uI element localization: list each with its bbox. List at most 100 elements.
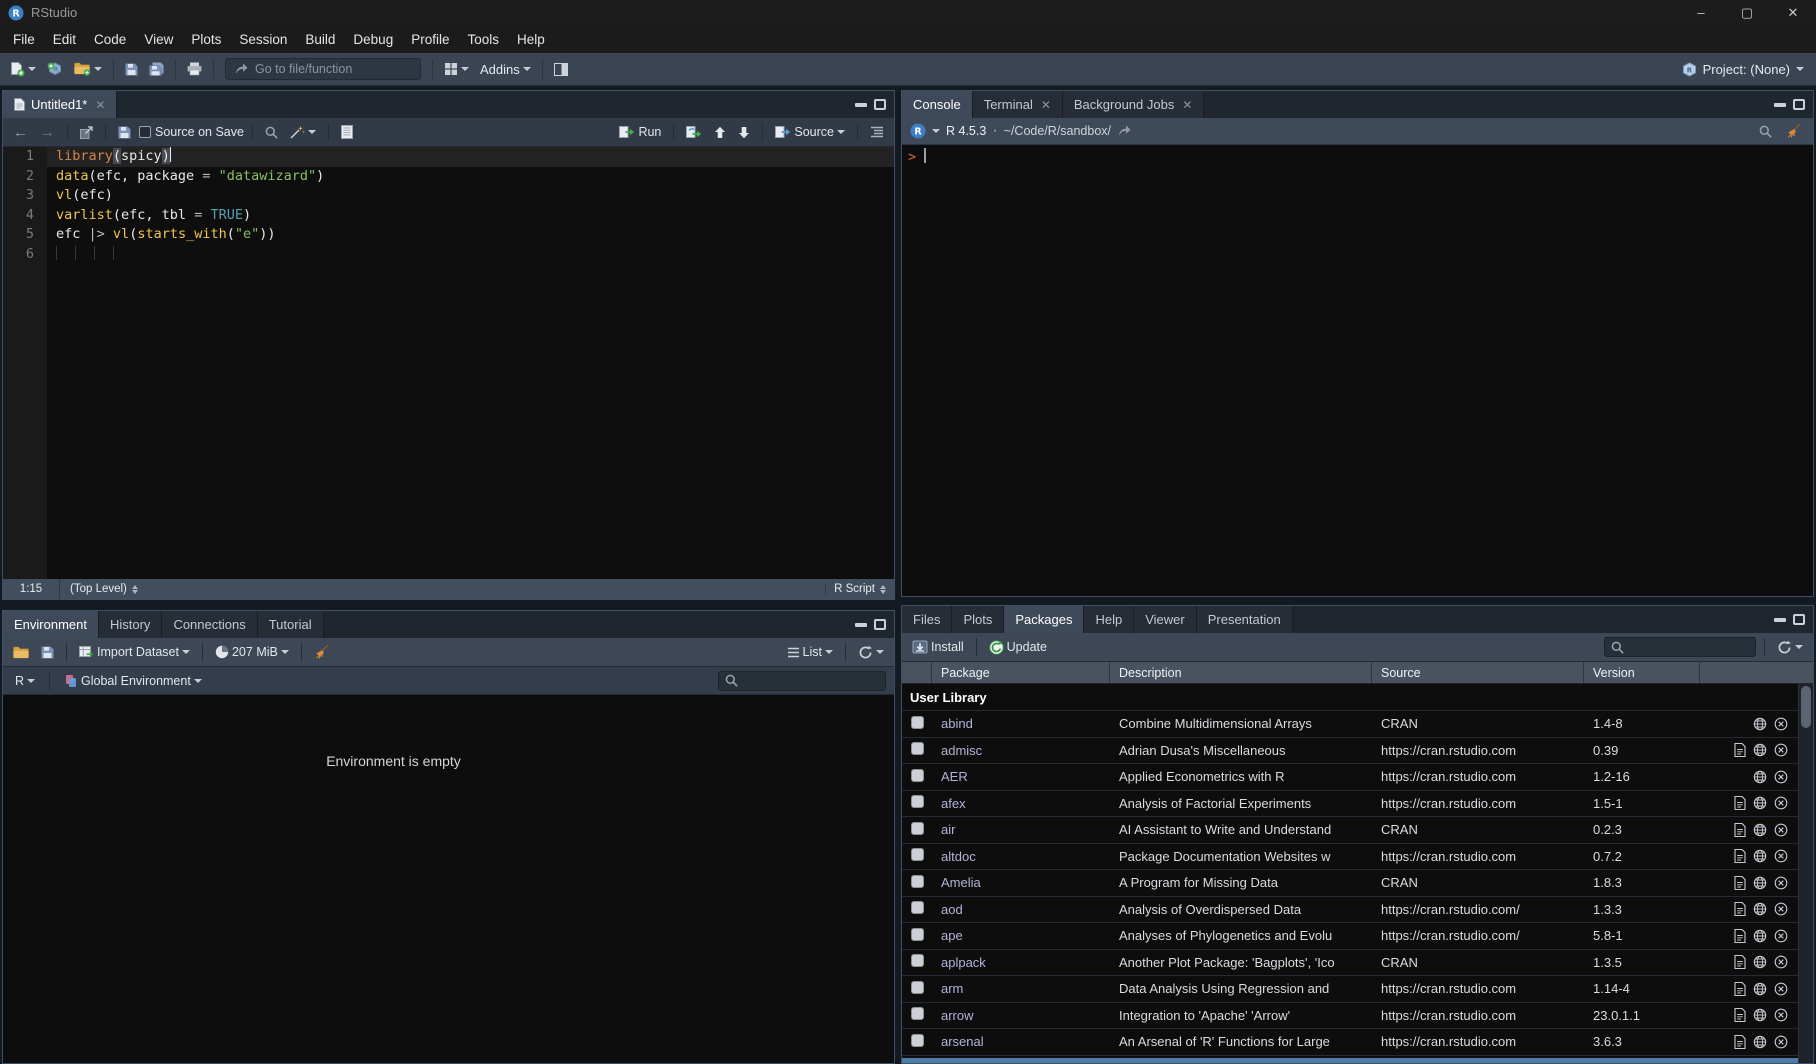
browse-package-icon[interactable] bbox=[1753, 982, 1767, 996]
menu-code[interactable]: Code bbox=[85, 28, 135, 51]
environment-search-input[interactable] bbox=[744, 674, 879, 688]
manual-icon[interactable] bbox=[1734, 929, 1746, 943]
remove-package-icon[interactable] bbox=[1774, 902, 1788, 916]
language-selector[interactable]: R bbox=[11, 671, 39, 691]
document-outline-button[interactable] bbox=[866, 123, 888, 141]
package-name-link[interactable]: afex bbox=[932, 796, 1110, 811]
refresh-environment-button[interactable] bbox=[854, 642, 888, 663]
run-button[interactable]: Run bbox=[615, 122, 665, 142]
files-tab-viewer[interactable]: Viewer bbox=[1134, 606, 1197, 633]
close-window-button[interactable]: ✕ bbox=[1770, 0, 1816, 25]
package-checkbox[interactable] bbox=[911, 769, 924, 782]
install-packages-button[interactable]: Install bbox=[908, 637, 968, 657]
scope-selector[interactable]: (Top Level) bbox=[60, 583, 148, 595]
close-tab-icon[interactable]: ✕ bbox=[1041, 98, 1051, 112]
remove-package-icon[interactable] bbox=[1774, 743, 1788, 757]
browse-package-icon[interactable] bbox=[1753, 823, 1767, 837]
files-tab-help[interactable]: Help bbox=[1084, 606, 1134, 633]
manual-icon[interactable] bbox=[1734, 849, 1746, 863]
browse-package-icon[interactable] bbox=[1753, 743, 1767, 757]
browse-package-icon[interactable] bbox=[1753, 902, 1767, 916]
browse-package-icon[interactable] bbox=[1753, 849, 1767, 863]
rerun-button[interactable] bbox=[682, 123, 706, 141]
environment-tab-environment[interactable]: Environment bbox=[3, 611, 99, 638]
maximize-pane-icon[interactable] bbox=[1793, 614, 1805, 625]
package-checkbox[interactable] bbox=[911, 928, 924, 941]
manual-icon[interactable] bbox=[1734, 823, 1746, 837]
run-previous-button[interactable] bbox=[710, 123, 730, 142]
files-tab-files[interactable]: Files bbox=[902, 606, 952, 633]
new-project-button[interactable]: R bbox=[43, 59, 67, 80]
packages-search-box[interactable] bbox=[1604, 637, 1756, 657]
workspace-panes-button[interactable] bbox=[440, 59, 473, 79]
remove-package-icon[interactable] bbox=[1774, 717, 1788, 731]
browse-package-icon[interactable] bbox=[1753, 929, 1767, 943]
manual-icon[interactable] bbox=[1734, 902, 1746, 916]
packages-search-input[interactable] bbox=[1630, 640, 1749, 654]
clear-console-button[interactable] bbox=[1782, 121, 1805, 141]
menu-plots[interactable]: Plots bbox=[182, 28, 230, 51]
environment-view-button[interactable]: List bbox=[783, 642, 837, 662]
tab-untitled1[interactable]: Untitled1* ✕ bbox=[3, 91, 117, 118]
remove-package-icon[interactable] bbox=[1774, 955, 1788, 969]
browse-package-icon[interactable] bbox=[1753, 796, 1767, 810]
import-dataset-button[interactable]: Import Dataset bbox=[75, 642, 194, 662]
browse-package-icon[interactable] bbox=[1753, 770, 1767, 784]
scrollbar-thumb[interactable] bbox=[1801, 686, 1811, 728]
minimize-pane-icon[interactable] bbox=[855, 623, 867, 627]
console-search-button[interactable] bbox=[1755, 122, 1776, 141]
package-name-link[interactable]: altdoc bbox=[932, 849, 1110, 864]
package-checkbox[interactable] bbox=[911, 822, 924, 835]
package-name-link[interactable]: aplpack bbox=[932, 955, 1110, 970]
save-all-button[interactable] bbox=[145, 59, 168, 79]
files-tab-presentation[interactable]: Presentation bbox=[1197, 606, 1293, 633]
browse-package-icon[interactable] bbox=[1753, 876, 1767, 890]
save-workspace-button[interactable] bbox=[37, 643, 58, 662]
compile-report-button[interactable] bbox=[337, 122, 357, 142]
menu-tools[interactable]: Tools bbox=[458, 28, 508, 51]
open-file-button[interactable] bbox=[70, 59, 106, 79]
manual-icon[interactable] bbox=[1734, 876, 1746, 890]
environment-tab-connections[interactable]: Connections bbox=[162, 611, 257, 638]
package-name-link[interactable]: arsenal bbox=[932, 1034, 1110, 1049]
package-name-link[interactable]: ape bbox=[932, 928, 1110, 943]
maximize-pane-icon[interactable] bbox=[874, 619, 886, 630]
manual-icon[interactable] bbox=[1734, 796, 1746, 810]
package-checkbox[interactable] bbox=[911, 848, 924, 861]
remove-package-icon[interactable] bbox=[1774, 1008, 1788, 1022]
new-file-button[interactable] bbox=[6, 59, 40, 80]
package-checkbox[interactable] bbox=[911, 954, 924, 967]
package-checkbox[interactable] bbox=[911, 1034, 924, 1047]
open-in-new-window-button[interactable] bbox=[76, 123, 97, 142]
manual-icon[interactable] bbox=[1734, 1008, 1746, 1022]
package-checkbox[interactable] bbox=[911, 795, 924, 808]
project-menu-button[interactable]: R Project: (None) bbox=[1682, 62, 1810, 77]
browse-package-icon[interactable] bbox=[1753, 1008, 1767, 1022]
forward-button[interactable]: → bbox=[36, 121, 59, 144]
package-name-link[interactable]: air bbox=[932, 822, 1110, 837]
close-tab-icon[interactable]: ✕ bbox=[95, 98, 105, 112]
package-name-link[interactable]: Amelia bbox=[932, 875, 1110, 890]
package-name-link[interactable]: abind bbox=[932, 716, 1110, 731]
browse-package-icon[interactable] bbox=[1753, 955, 1767, 969]
package-checkbox[interactable] bbox=[911, 742, 924, 755]
header-description[interactable]: Description bbox=[1110, 662, 1372, 683]
clear-environment-button[interactable] bbox=[310, 642, 333, 662]
menu-file[interactable]: File bbox=[4, 28, 44, 51]
chevron-down-icon[interactable] bbox=[932, 129, 940, 133]
minimize-pane-icon[interactable] bbox=[1774, 103, 1786, 107]
menu-profile[interactable]: Profile bbox=[402, 28, 458, 51]
refresh-packages-button[interactable] bbox=[1773, 637, 1807, 658]
package-checkbox[interactable] bbox=[911, 875, 924, 888]
run-next-button[interactable] bbox=[734, 123, 754, 142]
files-tab-plots[interactable]: Plots bbox=[952, 606, 1004, 633]
package-checkbox[interactable] bbox=[911, 1007, 924, 1020]
source-button[interactable]: Source bbox=[771, 122, 849, 142]
horizontal-scrollbar[interactable] bbox=[902, 1058, 1798, 1063]
load-workspace-button[interactable] bbox=[9, 643, 33, 662]
header-source[interactable]: Source bbox=[1372, 662, 1584, 683]
header-package[interactable]: Package bbox=[932, 662, 1110, 683]
minimize-pane-icon[interactable] bbox=[855, 103, 867, 107]
manual-icon[interactable] bbox=[1734, 1035, 1746, 1049]
minimize-window-button[interactable]: – bbox=[1678, 0, 1724, 25]
